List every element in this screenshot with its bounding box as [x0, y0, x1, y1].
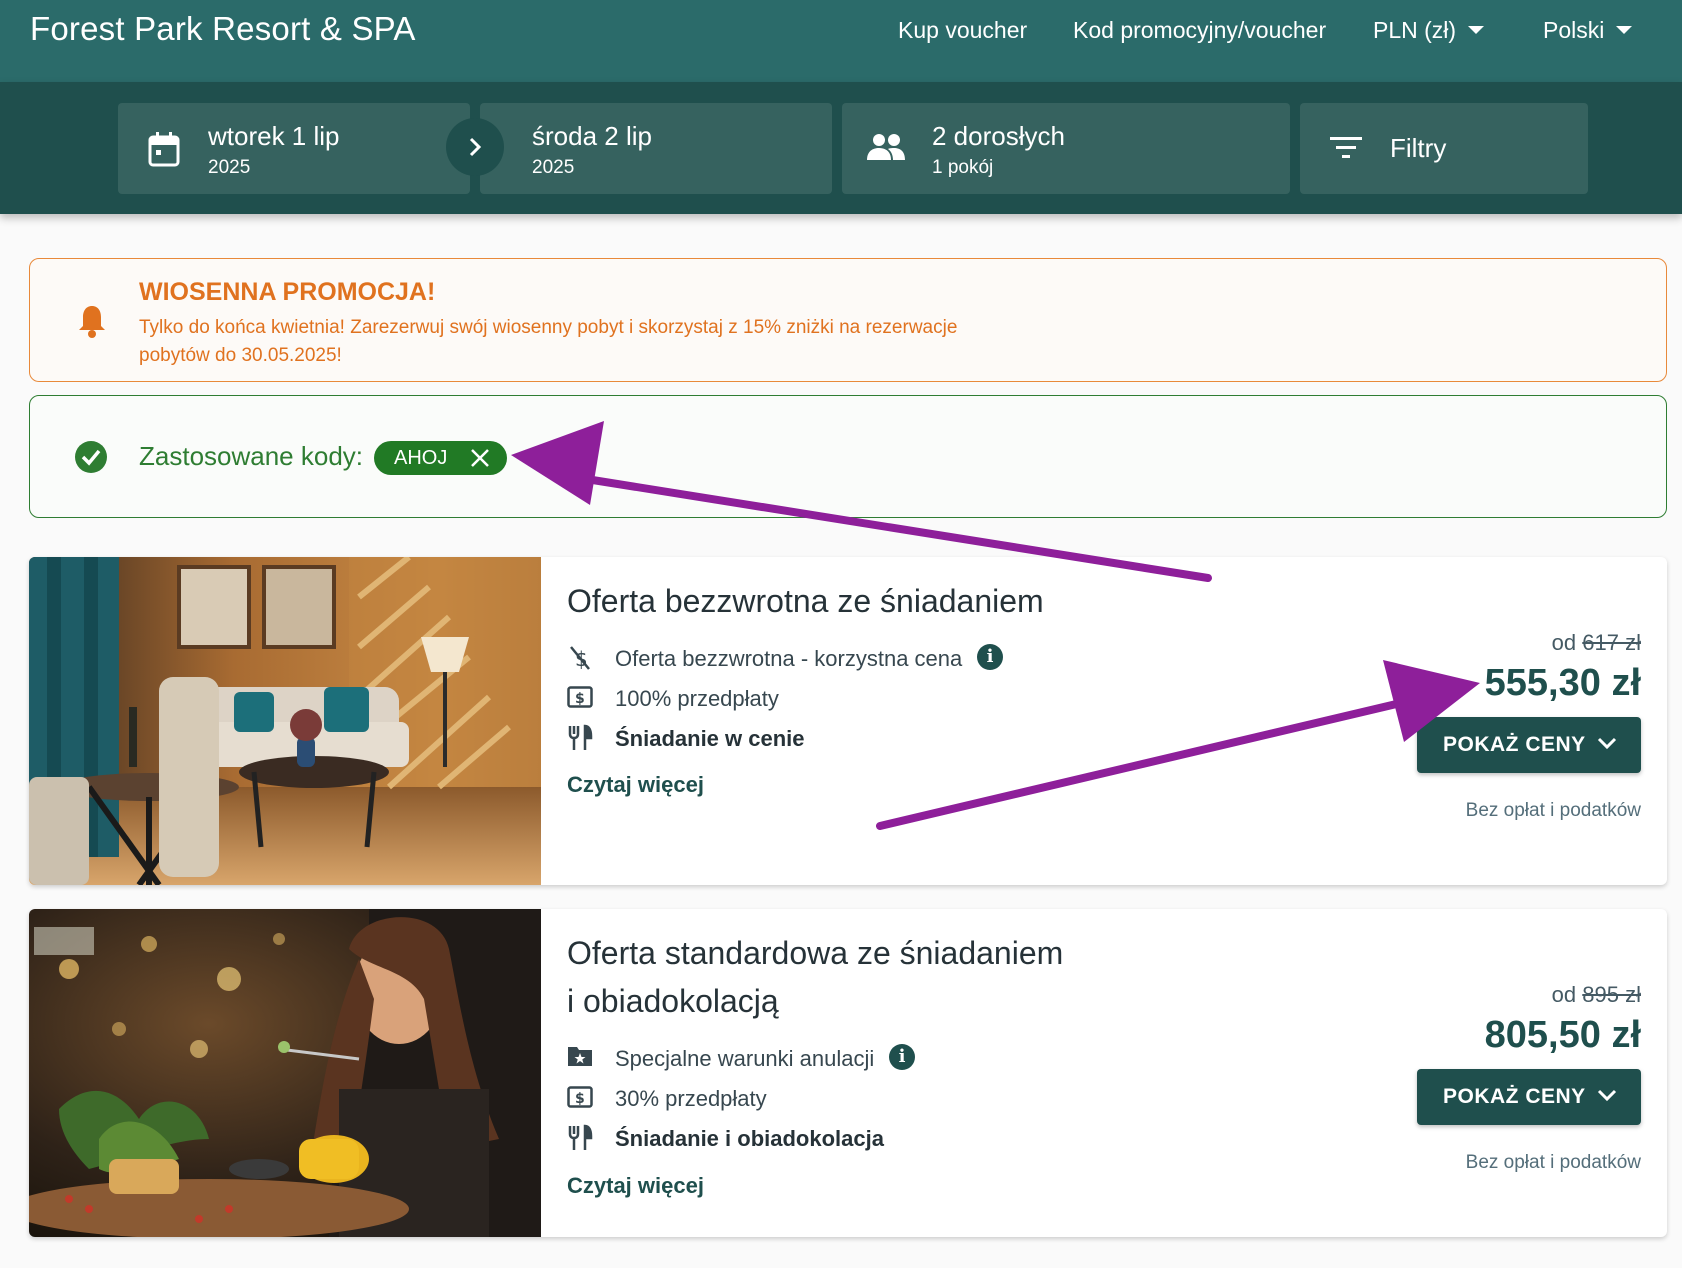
info-icon[interactable]: i — [889, 1044, 915, 1070]
currency-select[interactable]: PLN (zł) — [1373, 17, 1485, 44]
checkout-day: środa 2 lip — [532, 121, 652, 151]
info-icon[interactable]: i — [977, 644, 1003, 670]
language-select[interactable]: Polski — [1543, 17, 1633, 44]
code-chip: AHOJ — [374, 441, 507, 475]
show-prices-label: POKAŻ CENY — [1443, 1085, 1586, 1108]
price: 805,50 zł — [1484, 1014, 1641, 1056]
chevron-right-icon — [469, 137, 482, 157]
room-photo[interactable] — [29, 557, 541, 885]
from-label: od — [1551, 982, 1577, 1007]
show-prices-button[interactable]: POKAŻ CENY — [1417, 1069, 1641, 1125]
feature-text: Specjalne warunki anulacji — [615, 1046, 875, 1071]
feature-text: Oferta bezzwrotna - korzystna cena — [615, 646, 963, 671]
language-label: Polski — [1543, 17, 1605, 43]
svg-text:$: $ — [575, 1091, 585, 1107]
offer-title-line1[interactable]: Oferta standardowa ze śniadaniem — [567, 929, 1063, 977]
brand-name[interactable]: Forest Park Resort & SPA — [30, 10, 416, 48]
feature-row: $ 30% przedpłaty — [567, 1084, 867, 1114]
feature-row: $ Oferta bezzwrotna - korzystna cena i — [567, 644, 1007, 674]
checkin-date-picker[interactable]: wtorek 1 lip 2025 — [118, 103, 470, 194]
promo-title: WIOSENNA PROMOCJA! — [139, 278, 436, 306]
show-prices-button[interactable]: POKAŻ CENY — [1417, 717, 1641, 773]
feature-text: 100% przedpłaty — [615, 686, 779, 711]
promo-text: Tylko do końca kwietnia! Zarezerwuj swój… — [139, 317, 958, 366]
cutlery-icon — [568, 1124, 593, 1150]
filter-icon — [1330, 137, 1362, 158]
applied-codes-label: Zastosowane kody: — [139, 441, 364, 471]
svg-text:$: $ — [575, 691, 585, 707]
offer-card: Oferta bezzwrotna ze śniadaniem $ Oferta… — [29, 557, 1667, 885]
applied-codes-box: Zastosowane kody: AHOJ — [29, 395, 1667, 518]
guests-count: 2 dorosłych — [932, 121, 1065, 151]
cutlery-icon — [568, 724, 593, 750]
feature-text: Śniadanie w cenie — [615, 726, 805, 751]
date-range-arrow — [446, 118, 504, 176]
promo-banner: WIOSENNA PROMOCJA! Tylko do końca kwietn… — [29, 258, 1667, 382]
feature-row: Śniadanie w cenie — [567, 724, 867, 754]
old-price: 895 zł — [1582, 982, 1641, 1007]
caret-down-icon — [1468, 25, 1485, 34]
read-more-link[interactable]: Czytaj więcej — [567, 1173, 704, 1199]
feature-text: Śniadanie i obiadokolacja — [615, 1126, 884, 1151]
chevron-down-icon — [1597, 737, 1617, 750]
filters-button[interactable]: Filtry — [1300, 103, 1588, 194]
checkin-year: 2025 — [208, 157, 251, 178]
chevron-down-icon — [1597, 1089, 1617, 1102]
star-folder-icon — [568, 1047, 592, 1066]
rooms-count: 1 pokój — [932, 157, 994, 178]
prepayment-icon: $ — [567, 1086, 593, 1108]
feature-row: $ 100% przedpłaty — [567, 684, 867, 714]
price: 555,30 zł — [1484, 662, 1641, 704]
filters-label: Filtry — [1390, 133, 1447, 163]
offer-title[interactable]: Oferta bezzwrotna ze śniadaniem — [567, 577, 1044, 625]
old-price: 617 zł — [1582, 630, 1641, 655]
show-prices-label: POKAŻ CENY — [1443, 733, 1586, 756]
prepayment-icon: $ — [567, 686, 593, 708]
buy-voucher-link[interactable]: Kup voucher — [898, 17, 1027, 44]
remove-code-icon[interactable] — [470, 448, 490, 468]
code-chip-label: AHOJ — [394, 447, 448, 469]
top-bar: Forest Park Resort & SPA Kup voucher Kod… — [0, 0, 1682, 82]
tax-note: Bez opłat i podatków — [1465, 1152, 1641, 1173]
promo-code-link[interactable]: Kod promocyjny/voucher — [1073, 17, 1326, 44]
feature-row: Specjalne warunki anulacji i — [567, 1044, 927, 1074]
checkout-year: 2025 — [532, 157, 575, 178]
restaurant-photo[interactable] — [29, 909, 541, 1237]
bell-icon — [79, 306, 105, 338]
search-bar: wtorek 1 lip 2025 środa 2 lip 2025 2 dor… — [0, 82, 1682, 214]
offer-title-line2[interactable]: i obiadokolacją — [567, 977, 779, 1025]
offer-card: Oferta standardowa ze śniadaniem i obiad… — [29, 909, 1667, 1237]
checkin-day: wtorek 1 lip — [208, 121, 340, 151]
tax-note: Bez opłat i podatków — [1465, 800, 1641, 821]
currency-label: PLN (zł) — [1373, 17, 1457, 43]
price-from: od 617 zł — [1552, 630, 1641, 656]
no-refund-icon: $ — [570, 646, 590, 671]
checkout-date-picker[interactable]: środa 2 lip 2025 — [480, 103, 832, 194]
people-icon — [867, 134, 905, 160]
read-more-link[interactable]: Czytaj więcej — [567, 772, 704, 798]
feature-row: Śniadanie i obiadokolacja — [567, 1124, 907, 1154]
calendar-icon — [148, 132, 180, 167]
feature-text: 30% przedpłaty — [615, 1086, 767, 1111]
guests-picker[interactable]: 2 dorosłych 1 pokój — [842, 103, 1290, 194]
from-label: od — [1551, 630, 1577, 655]
price-from: od 895 zł — [1552, 982, 1641, 1008]
check-circle-icon — [75, 441, 107, 473]
caret-down-icon — [1616, 25, 1633, 34]
